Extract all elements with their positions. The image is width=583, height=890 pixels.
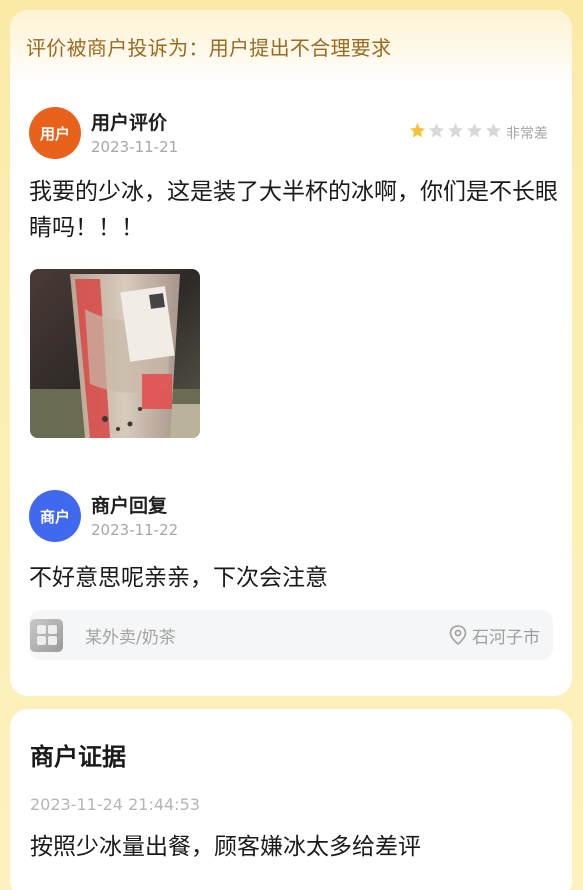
evidence-title: 商户证据 bbox=[30, 743, 126, 771]
shop-location: 石河子市 bbox=[449, 623, 540, 648]
review-author: 用户评价 bbox=[91, 112, 168, 134]
location-label: 石河子市 bbox=[472, 627, 540, 648]
star-empty-icon bbox=[467, 123, 482, 138]
star-empty-icon bbox=[448, 123, 463, 138]
map-pin-icon bbox=[449, 625, 467, 645]
reply-date: 2023-11-22 bbox=[91, 521, 179, 539]
star-empty-icon bbox=[486, 123, 501, 138]
evidence-text: 按照少冰量出餐，顾客嫌冰太多给差评 bbox=[30, 834, 421, 860]
star-filled-icon bbox=[410, 123, 425, 138]
star-empty-icon bbox=[429, 123, 444, 138]
drink-cup-photo-icon bbox=[30, 269, 200, 438]
review-card: 评价被商户投诉为：用户提出不合理要求 用户 用户评价 2023-11-21 非常… bbox=[10, 10, 572, 696]
reply-text: 不好意思呢亲亲，下次会注意 bbox=[29, 565, 328, 591]
evidence-card: 商户证据 2023-11-24 21:44:53 按照少冰量出餐，顾客嫌冰太多给… bbox=[10, 709, 572, 890]
shop-name: 某外卖/奶茶 bbox=[85, 627, 176, 648]
rating-label: 非常差 bbox=[506, 125, 548, 142]
shop-info-bar[interactable]: 某外卖/奶茶 石河子市 bbox=[29, 610, 553, 660]
review-photo[interactable] bbox=[30, 269, 200, 438]
review-text: 我要的少冰，这是装了大半杯的冰啊，你们是不长眼睛吗！！！ bbox=[29, 179, 558, 241]
reply-author: 商户回复 bbox=[91, 495, 168, 517]
evidence-timestamp: 2023-11-24 21:44:53 bbox=[30, 795, 200, 814]
stars-container bbox=[409, 122, 504, 143]
complaint-banner: 评价被商户投诉为：用户提出不合理要求 bbox=[10, 10, 572, 82]
shop-thumbnail-icon bbox=[30, 618, 63, 652]
user-avatar[interactable]: 用户 bbox=[29, 107, 81, 159]
review-date: 2023-11-21 bbox=[91, 138, 179, 156]
merchant-avatar[interactable]: 商户 bbox=[29, 490, 81, 542]
star-rating: 非常差 bbox=[409, 122, 548, 143]
